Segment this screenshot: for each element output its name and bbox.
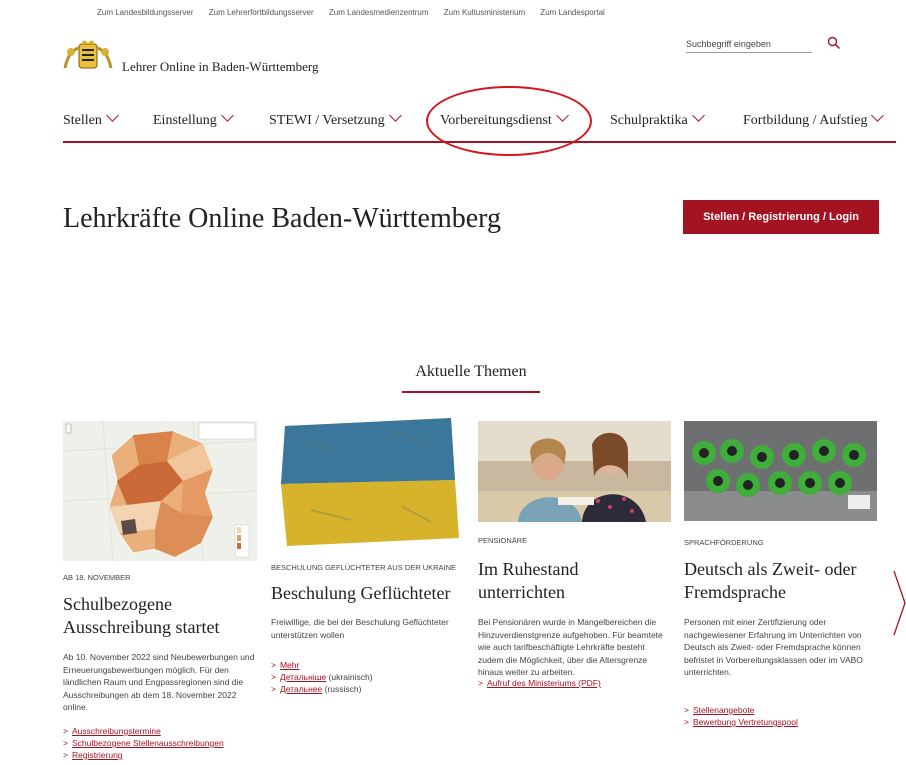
topbar-link-lehrerfortbildungsserver[interactable]: Zum Lehrerfortbildungsserver bbox=[209, 8, 314, 17]
card-links: > Ausschreibungstermine > Schulbezogene St… bbox=[63, 725, 224, 761]
link-language-note: (ukrainisch) bbox=[328, 672, 373, 682]
search-input[interactable]: Suchbegriff eingeben bbox=[686, 39, 812, 53]
nav-item-schulpraktika[interactable]: Schulpraktika bbox=[610, 109, 705, 129]
card-title[interactable]: Schulbezogene Ausschreibung startet bbox=[63, 593, 263, 639]
nav-item-stellen[interactable]: Stellen bbox=[63, 109, 119, 129]
chevron-down-icon bbox=[388, 109, 402, 122]
card-link-item[interactable]: > Registrierung bbox=[63, 749, 224, 761]
card-text: Personen mit einer Zertifizierung oder n… bbox=[684, 617, 863, 677]
chevron-right-icon: > bbox=[271, 684, 276, 694]
card-link-item[interactable]: > Schulbezogene Stellenausschreibungen bbox=[63, 737, 224, 749]
page-title: Lehrkräfte Online Baden-Württemberg bbox=[63, 203, 501, 234]
chevron-right-icon: > bbox=[63, 738, 68, 748]
search-icon[interactable] bbox=[827, 36, 841, 50]
chevron-right-icon: > bbox=[63, 726, 68, 736]
chevron-right-icon: > bbox=[63, 750, 68, 760]
nav-item-stewi-versetzung[interactable]: STEWI / Versetzung bbox=[269, 109, 402, 129]
nav-item-label: Fortbildung / Aufstieg bbox=[743, 113, 868, 128]
teachers-photo[interactable] bbox=[478, 421, 671, 522]
card-text: Ab 10. November 2022 sind Neubewerbungen… bbox=[63, 652, 255, 712]
coat-of-arms-logo[interactable] bbox=[63, 40, 113, 72]
link-language-note: (russisch) bbox=[324, 684, 362, 694]
card-links: > Mehr > Детальніше (ukrainisch) > Детальне… bbox=[271, 659, 373, 695]
chevron-down-icon bbox=[220, 109, 234, 122]
card-link-item[interactable]: > Bewerbung Vertretungspool bbox=[684, 716, 798, 728]
nav-item-label: Stellen bbox=[63, 113, 102, 128]
map-image[interactable] bbox=[63, 421, 257, 561]
chevron-right-icon: > bbox=[684, 717, 689, 727]
site-title[interactable]: Lehrer Online in Baden-Württemberg bbox=[122, 59, 319, 75]
nav-item-label: Einstellung bbox=[153, 113, 217, 128]
card-text: Bei Pensionären wurde in Mangelbereichen… bbox=[478, 617, 663, 677]
nav-item-fortbildung-aufstieg[interactable]: Fortbildung / Aufstieg bbox=[743, 109, 885, 129]
chevron-down-icon bbox=[871, 109, 885, 122]
link-schulbezogene-stellenausschreibungen[interactable]: Schulbezogene Stellenausschreibungen bbox=[72, 738, 224, 748]
card-title[interactable]: Deutsch als Zweit- oder Fremdsprache bbox=[684, 558, 880, 604]
card-links: > Stellenangebote > Bewerbung Vertretungsp… bbox=[684, 704, 798, 728]
card-link-item[interactable]: > Mehr bbox=[271, 659, 373, 671]
highlight-annotation bbox=[426, 86, 592, 156]
link-ausschreibungstermine[interactable]: Ausschreibungstermine bbox=[72, 726, 161, 736]
card-kicker: BESCHULUNG GEFLÜCHTETER AUS DER UKRAINE bbox=[271, 563, 457, 572]
section-title: Aktuelle Themen bbox=[415, 363, 527, 380]
students-photo[interactable] bbox=[684, 421, 877, 521]
card-link-item[interactable]: > Ausschreibungstermine bbox=[63, 725, 224, 737]
card-link-item[interactable]: > Детальнее (russisch) bbox=[271, 683, 373, 695]
ukraine-flag-image[interactable] bbox=[271, 410, 465, 550]
login-button[interactable]: Stellen / Registrierung / Login bbox=[683, 200, 879, 234]
chevron-right-icon: > bbox=[271, 672, 276, 682]
card-links: > Aufruf des Ministeriums (PDF) bbox=[478, 677, 601, 689]
card-title[interactable]: Beschulung Geflüchteter bbox=[271, 582, 481, 605]
chevron-down-icon bbox=[106, 109, 119, 122]
nav-item-label: Schulpraktika bbox=[610, 113, 688, 128]
card-text: Freiwillige, die bei der Beschulung Gefl… bbox=[271, 617, 449, 640]
card-kicker: PENSIONÄRE bbox=[478, 536, 528, 545]
chevron-right-icon: > bbox=[478, 678, 483, 688]
carousel-next-icon[interactable] bbox=[893, 570, 906, 636]
topbar-link-landesbildungsserver[interactable]: Zum Landesbildungsserver bbox=[97, 8, 194, 17]
section-divider bbox=[402, 391, 540, 393]
chevron-right-icon: > bbox=[684, 705, 689, 715]
nav-item-label: STEWI / Versetzung bbox=[269, 113, 385, 128]
link-russisch[interactable]: Детальнее bbox=[280, 684, 322, 694]
topbar-link-kultusministerium[interactable]: Zum Kultusministerium bbox=[444, 8, 525, 17]
top-link-bar: Zum Landesbildungsserver Zum Lehrerfortb… bbox=[97, 8, 906, 17]
link-registrierung[interactable]: Registrierung bbox=[72, 750, 123, 760]
card-link-item[interactable]: > Детальніше (ukrainisch) bbox=[271, 671, 373, 683]
card-kicker: AB 18. NOVEMBER bbox=[63, 573, 131, 582]
link-bewerbung-vertretungspool[interactable]: Bewerbung Vertretungspool bbox=[693, 717, 798, 727]
card-kicker: SPRACHFÖRDERUNG bbox=[684, 538, 764, 547]
link-stellenangebote[interactable]: Stellenangebote bbox=[693, 705, 754, 715]
topbar-link-landesmedienzentrum[interactable]: Zum Landesmedienzentrum bbox=[329, 8, 429, 17]
card-link-item[interactable]: > Aufruf des Ministeriums (PDF) bbox=[478, 677, 601, 689]
link-ukrainisch[interactable]: Детальніше bbox=[280, 672, 326, 682]
nav-item-einstellung[interactable]: Einstellung bbox=[153, 109, 234, 129]
card-title[interactable]: Im Ruhestand unterrichten bbox=[478, 558, 658, 604]
chevron-down-icon bbox=[691, 109, 705, 122]
chevron-right-icon: > bbox=[271, 660, 276, 670]
link-mehr[interactable]: Mehr bbox=[280, 660, 299, 670]
link-aufruf-ministerium[interactable]: Aufruf des Ministeriums (PDF) bbox=[487, 678, 601, 688]
card-link-item[interactable]: > Stellenangebote bbox=[684, 704, 798, 716]
topbar-link-landesportal[interactable]: Zum Landesportal bbox=[540, 8, 604, 17]
